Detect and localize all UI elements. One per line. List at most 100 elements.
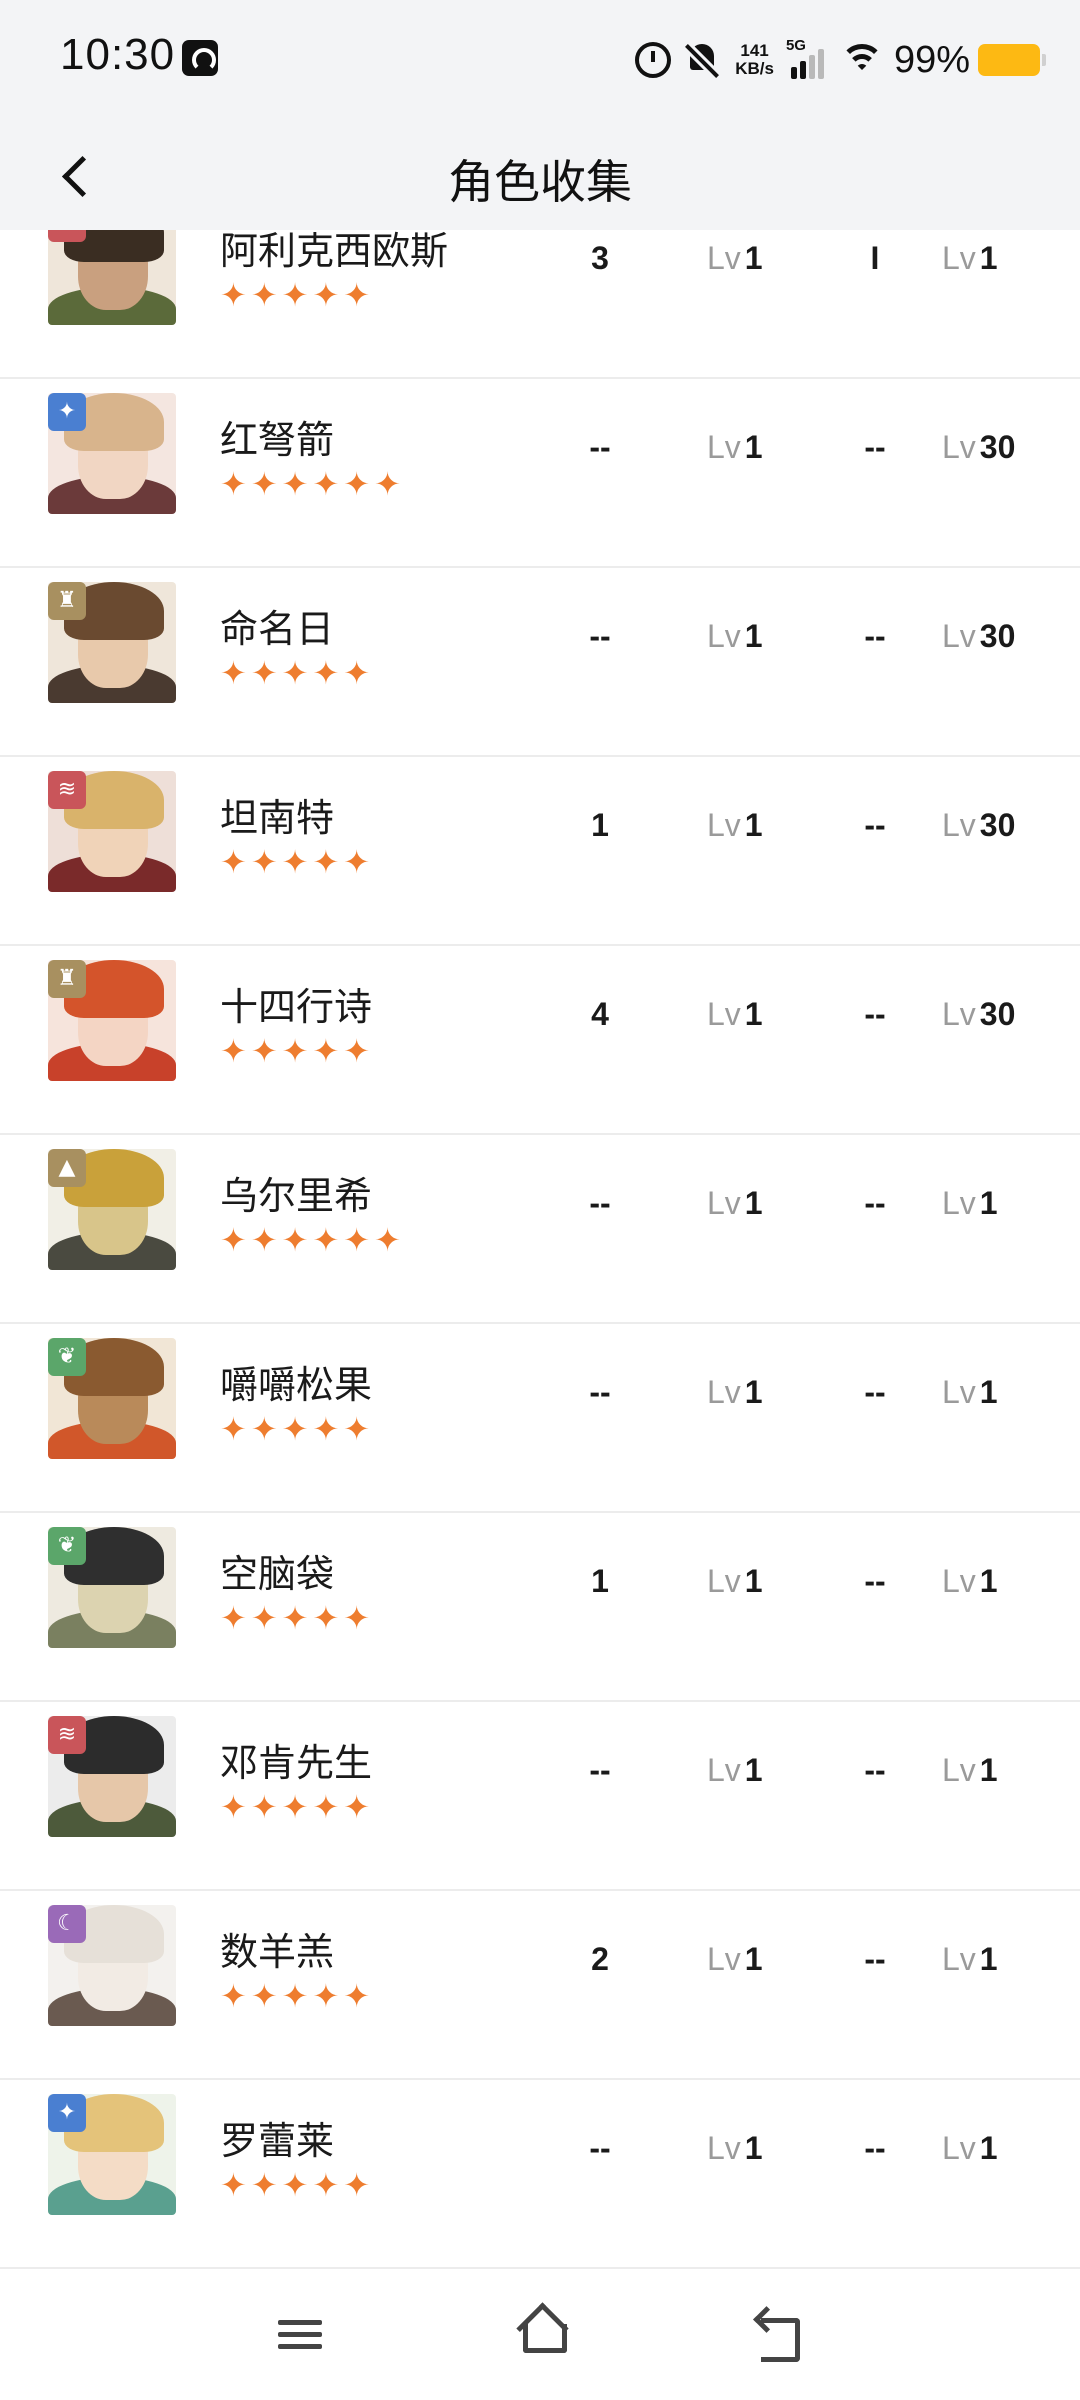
level-1: Lv 1: [707, 1374, 763, 1411]
character-avatar: ≋: [48, 1716, 176, 1837]
network-speed-value: 141: [740, 41, 769, 60]
plant-leaf-icon: ❦: [48, 1338, 86, 1376]
level-2-value: 1: [979, 1185, 998, 1221]
level-prefix: Lv: [707, 618, 741, 654]
level-prefix: Lv: [707, 1563, 741, 1599]
level-1: Lv 1: [707, 807, 763, 844]
col-value-1: 2: [591, 1941, 609, 1977]
character-row[interactable]: ♜ 十四行诗 ✦✦✦✦✦ 4 Lv 1 -- Lv 30: [0, 946, 1080, 1135]
character-row[interactable]: ❦ 嚼嚼松果 ✦✦✦✦✦ -- Lv 1 -- Lv 1: [0, 1324, 1080, 1513]
level-2-value: 1: [979, 1563, 998, 1599]
system-nav-bar: [0, 2270, 1080, 2400]
level-1: Lv 1: [707, 618, 763, 655]
character-row[interactable]: ✦ 红弩箭 ✦✦✦✦✦✦ -- Lv 1 -- Lv 30: [0, 379, 1080, 568]
plant-leaf-icon: ❦: [48, 1527, 86, 1565]
level-2-value: 1: [979, 1752, 998, 1788]
character-avatar: ☾: [48, 1905, 176, 2026]
character-row[interactable]: ☾ 数羊羔 ✦✦✦✦✦ 2 Lv 1 -- Lv 1: [0, 1891, 1080, 2080]
character-avatar: ▲: [48, 1149, 176, 1270]
level-1-value: 1: [744, 1752, 763, 1788]
col-value-2: --: [864, 429, 886, 465]
recent-apps-button[interactable]: [255, 2294, 345, 2374]
battery-icon: [978, 44, 1046, 76]
rarity-stars: ✦✦✦✦✦: [220, 1977, 375, 2015]
level-1-value: 1: [744, 1941, 763, 1977]
character-name: 空脑袋: [220, 1552, 335, 1596]
mineral-icon: ▲: [48, 1149, 86, 1187]
character-name: 十四行诗: [220, 985, 373, 1029]
col-value-1: 3: [591, 240, 609, 276]
level-prefix: Lv: [707, 807, 741, 843]
col-value-1: --: [589, 1374, 611, 1410]
level-2: Lv 1: [942, 2130, 998, 2167]
col-value-1: --: [589, 1185, 611, 1221]
level-prefix: Lv: [707, 429, 741, 465]
character-name: 红弩箭: [220, 418, 335, 462]
character-avatar: ♜: [48, 960, 176, 1081]
level-prefix: Lv: [942, 1752, 976, 1788]
character-name: 坦南特: [220, 796, 335, 840]
level-prefix: Lv: [707, 1374, 741, 1410]
character-row[interactable]: ♜ 命名日 ✦✦✦✦✦ -- Lv 1 -- Lv 30: [0, 568, 1080, 757]
character-list[interactable]: ≋阿利克西欧斯✦✦✦✦✦3Lv1ILv1✦红弩箭✦✦✦✦✦✦--Lv1--Lv3…: [0, 230, 1080, 2270]
character-avatar: ≋: [48, 771, 176, 892]
character-name: 乌尔里希: [220, 1174, 373, 1218]
level-1-value: 1: [744, 618, 763, 654]
level-1: Lv 1: [707, 240, 763, 277]
col-value-1: --: [589, 429, 611, 465]
level-2-value: 30: [979, 807, 1016, 843]
col-value-1: 1: [591, 807, 609, 843]
level-2: Lv 1: [942, 240, 998, 277]
character-row[interactable]: ▲ 乌尔里希 ✦✦✦✦✦✦ -- Lv 1 -- Lv 1: [0, 1135, 1080, 1324]
level-2: Lv 30: [942, 618, 1015, 655]
level-2: Lv 1: [942, 1374, 998, 1411]
level-prefix: Lv: [942, 996, 976, 1032]
level-1-value: 1: [744, 240, 763, 276]
rarity-stars: ✦✦✦✦✦: [220, 843, 375, 881]
character-avatar: ♜: [48, 582, 176, 703]
rarity-stars: ✦✦✦✦✦: [220, 1410, 375, 1448]
col-value-2: --: [864, 618, 886, 654]
character-avatar: ❦: [48, 1527, 176, 1648]
alarm-icon: [635, 42, 672, 78]
level-1-value: 1: [744, 1563, 763, 1599]
level-2-value: 30: [979, 429, 1016, 465]
rarity-stars: ✦✦✦✦✦: [220, 276, 375, 314]
character-row[interactable]: ≋ 邓肯先生 ✦✦✦✦✦ -- Lv 1 -- Lv 1: [0, 1702, 1080, 1891]
level-2-value: 1: [979, 1941, 998, 1977]
character-row[interactable]: ✦ 罗蕾莱 ✦✦✦✦✦ -- Lv 1 -- Lv 1: [0, 2080, 1080, 2269]
level-2-value: 30: [979, 618, 1016, 654]
level-1-value: 1: [744, 2130, 763, 2166]
level-2-value: 1: [979, 1374, 998, 1410]
character-row[interactable]: ❦ 空脑袋 ✦✦✦✦✦ 1 Lv 1 -- Lv 1: [0, 1513, 1080, 1702]
level-2: Lv 30: [942, 429, 1015, 466]
character-name: 嚼嚼松果: [220, 1363, 373, 1407]
character-row[interactable]: ≋ 坦南特 ✦✦✦✦✦ 1 Lv 1 -- Lv 30: [0, 757, 1080, 946]
rarity-stars: ✦✦✦✦✦: [220, 1032, 375, 1070]
battery-percent: 99%: [893, 38, 970, 81]
character-avatar: ❦: [48, 1338, 176, 1459]
home-button[interactable]: [495, 2294, 585, 2374]
character-avatar: ✦: [48, 393, 176, 514]
level-2: Lv 30: [942, 807, 1015, 844]
character-row[interactable]: ≋阿利克西欧斯✦✦✦✦✦3Lv1ILv1: [0, 230, 1080, 379]
level-prefix: Lv: [707, 1941, 741, 1977]
level-prefix: Lv: [707, 240, 741, 276]
level-prefix: Lv: [707, 1185, 741, 1221]
wifi-icon: [839, 42, 884, 78]
level-prefix: Lv: [707, 1752, 741, 1788]
level-1: Lv 1: [707, 429, 763, 466]
level-1-value: 1: [744, 429, 763, 465]
rarity-stars: ✦✦✦✦✦: [220, 654, 375, 692]
character-name: 邓肯先生: [220, 1741, 373, 1785]
back-nav-button[interactable]: [735, 2294, 825, 2374]
network-type: 5G: [785, 37, 806, 54]
star-spark-icon: ✦: [48, 393, 86, 431]
level-prefix: Lv: [942, 1374, 976, 1410]
character-name: 命名日: [220, 607, 335, 651]
rarity-stars: ✦✦✦✦✦✦: [220, 465, 405, 503]
character-name: 数羊羔: [220, 1930, 335, 1974]
col-value-2: --: [864, 807, 886, 843]
level-2-value: 30: [979, 996, 1016, 1032]
level-prefix: Lv: [942, 240, 976, 276]
